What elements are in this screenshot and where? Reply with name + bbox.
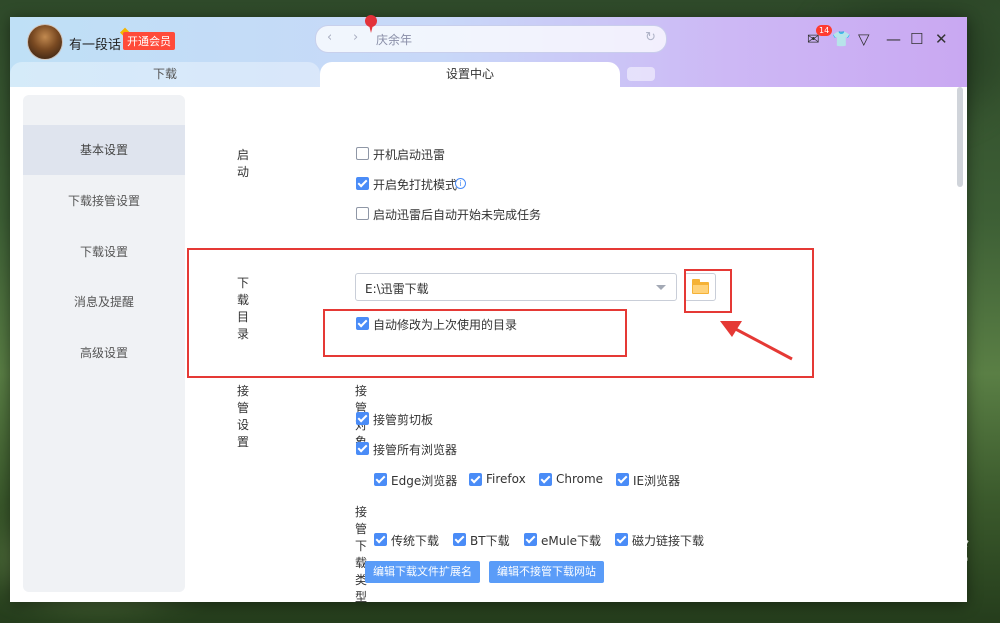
skin-shirt-icon[interactable]: 👕 [832,30,851,48]
auto-resume-label[interactable]: 启动迅雷后自动开始未完成任务 [373,206,541,223]
browser-ie-checkbox[interactable] [616,473,629,486]
sidebar-item-advanced[interactable]: 高级设置 [23,328,185,378]
type-bt-checkbox[interactable] [453,533,466,546]
sidebar-item-notifications[interactable]: 消息及提醒 [23,277,185,327]
do-not-disturb-label[interactable]: 开启免打扰模式 [373,176,457,193]
back-icon[interactable]: ‹ [327,30,332,45]
do-not-disturb-checkbox[interactable] [356,177,369,190]
download-dir-path[interactable]: E:\迅雷下载 [365,280,429,297]
refresh-icon[interactable]: ↻ [645,30,656,45]
avatar[interactable] [27,24,63,60]
vip-badge[interactable]: 开通会员 [123,32,175,50]
auto-update-dir-label[interactable]: 自动修改为上次使用的目录 [373,316,517,333]
scrollbar[interactable] [957,87,963,187]
startup-section-label: 启动 [237,148,250,179]
mail-count-badge: 14 [816,25,833,36]
browser-edge-checkbox[interactable] [374,473,387,486]
browser-ie-label[interactable]: IE浏览器 [633,472,680,489]
type-magnet-checkbox[interactable] [615,533,628,546]
type-bt-label[interactable]: BT下载 [470,532,510,549]
type-magnet-label[interactable]: 磁力链接下载 [632,532,704,549]
chevron-down-icon[interactable] [656,285,666,290]
takeover-all-browsers-checkbox[interactable] [356,442,369,455]
baidu-watermark: Bai du 经验 jingyan.baidu.com [760,520,970,580]
type-emule-label[interactable]: eMule下载 [541,532,601,549]
browser-firefox-checkbox[interactable] [469,473,482,486]
annotation-arrow-icon [720,321,793,361]
settings-sidebar: 基本设置 下载接管设置 下载设置 消息及提醒 高级设置 [23,95,185,592]
close-icon[interactable]: ✕ [935,30,948,48]
search-bar[interactable]: ‹ › 庆余年 ↻ [315,25,667,53]
new-tab-button[interactable] [627,67,655,81]
download-dir-select[interactable]: E:\迅雷下载 [355,273,677,301]
forward-icon[interactable]: › [353,30,358,45]
browse-folder-button[interactable] [684,273,716,301]
tab-settings[interactable]: 设置中心 [320,62,620,87]
tab-download[interactable]: 下载 [10,62,320,87]
sidebar-item-basic[interactable]: 基本设置 [23,125,185,175]
sidebar-item-download[interactable]: 下载设置 [23,227,185,277]
takeover-clipboard-label[interactable]: 接管剪切板 [373,411,433,428]
minimize-icon[interactable]: — [886,30,901,48]
menu-icon[interactable]: ▽ [858,30,870,48]
titlebar: 有一段话 ◆ 开通会员 ‹ › 庆余年 ↻ ✉ 14 👕 ▽ — ☐ ✕ 下载 … [10,15,967,87]
browser-chrome-label[interactable]: Chrome [556,472,603,486]
browser-chrome-checkbox[interactable] [539,473,552,486]
type-traditional-checkbox[interactable] [374,533,387,546]
maximize-icon[interactable]: ☐ [910,30,923,48]
search-text[interactable]: 庆余年 [376,31,412,48]
browser-edge-label[interactable]: Edge浏览器 [391,472,457,489]
takeover-all-browsers-label[interactable]: 接管所有浏览器 [373,441,457,458]
username[interactable]: 有一段话 [69,34,121,53]
edit-extensions-button[interactable]: 编辑下载文件扩展名 [365,561,480,583]
type-emule-checkbox[interactable] [524,533,537,546]
takeover-clipboard-checkbox[interactable] [356,412,369,425]
takeover-types-title: 接管下载类型 [355,505,368,604]
browser-firefox-label[interactable]: Firefox [486,472,526,486]
startup-autostart-checkbox[interactable] [356,147,369,160]
folder-icon [692,279,709,294]
sidebar-item-takeover[interactable]: 下载接管设置 [23,176,185,226]
edit-excluded-sites-button[interactable]: 编辑不接管下载网站 [489,561,604,583]
watermark-brand: Bai du 经验 [760,528,970,568]
info-icon[interactable]: i [455,178,466,189]
location-pin-icon [365,15,377,33]
auto-update-dir-checkbox[interactable] [356,317,369,330]
type-traditional-label[interactable]: 传统下载 [391,532,439,549]
takeover-section-label: 接管设置 [237,384,250,449]
download-dir-section-label: 下载目录 [237,276,250,341]
auto-resume-checkbox[interactable] [356,207,369,220]
app-window: 有一段话 ◆ 开通会员 ‹ › 庆余年 ↻ ✉ 14 👕 ▽ — ☐ ✕ 下载 … [10,15,967,604]
startup-autostart-label[interactable]: 开机启动迅雷 [373,146,445,163]
